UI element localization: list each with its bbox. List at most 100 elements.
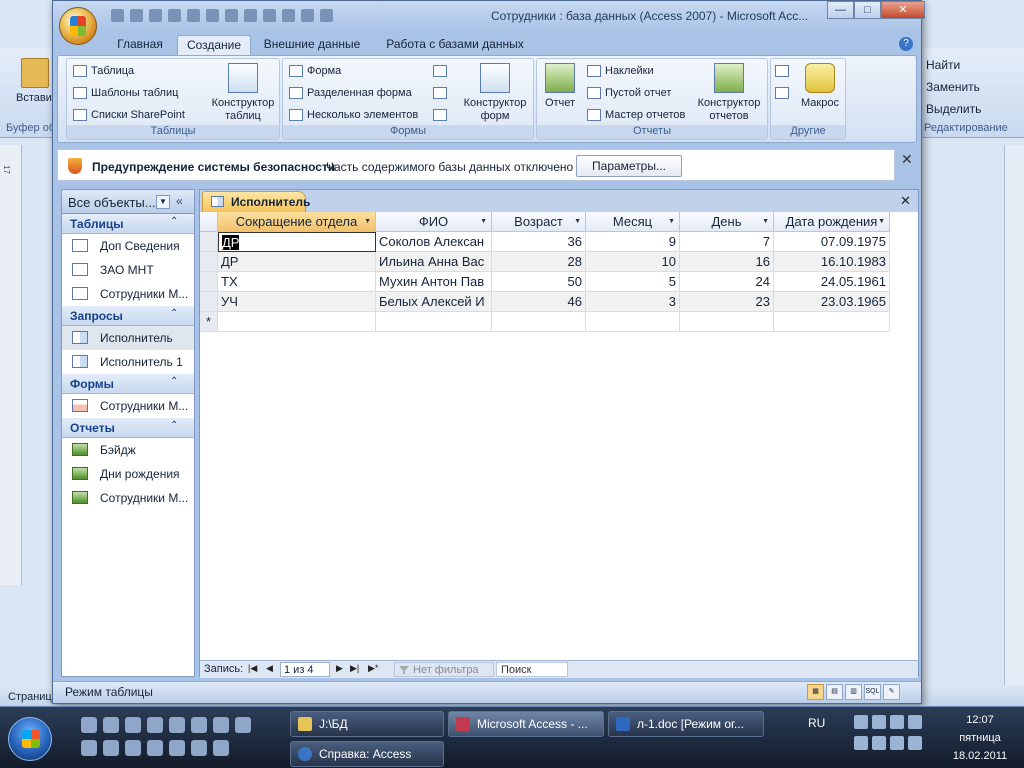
grid-cell[interactable]: ТХ bbox=[218, 272, 376, 292]
document-close-icon[interactable]: ✕ bbox=[900, 193, 911, 209]
office-button[interactable] bbox=[59, 7, 97, 45]
filter-icon[interactable] bbox=[168, 9, 181, 22]
folder-icon[interactable] bbox=[103, 740, 119, 756]
spell-icon[interactable] bbox=[301, 9, 314, 22]
task-access[interactable]: Microsoft Access - ... bbox=[448, 711, 604, 737]
grid-cell[interactable]: 7 bbox=[680, 232, 774, 252]
task-word-doc[interactable]: л-1.doc [Режим ог... bbox=[608, 711, 764, 737]
new-record-marker[interactable]: * bbox=[200, 312, 218, 332]
chevron-down-icon[interactable]: ▼ bbox=[878, 218, 885, 225]
tray-icon[interactable] bbox=[890, 715, 904, 729]
grid-cell-empty[interactable] bbox=[586, 312, 680, 332]
column-header-birthdate[interactable]: Дата рождения ▼ bbox=[774, 212, 890, 232]
sql-view-button[interactable]: SQL bbox=[864, 684, 881, 700]
grid-cell[interactable]: 46 bbox=[492, 292, 586, 312]
pivot-table-view-icon[interactable]: ▤ bbox=[826, 684, 843, 700]
word-icon[interactable] bbox=[147, 717, 163, 733]
form-icon[interactable] bbox=[225, 9, 238, 22]
word-find-button[interactable]: Найти bbox=[924, 54, 1024, 76]
firefox-icon[interactable] bbox=[191, 740, 207, 756]
column-header-day[interactable]: День ▼ bbox=[680, 212, 774, 232]
security-bar-close-icon[interactable]: ✕ bbox=[901, 151, 913, 168]
sharepoint-lists-button[interactable]: Списки SharePoint bbox=[73, 109, 185, 121]
tray-icon[interactable] bbox=[872, 715, 886, 729]
grid-cell[interactable]: 3 bbox=[586, 292, 680, 312]
grid-cell[interactable]: 9 bbox=[586, 232, 680, 252]
table-button[interactable]: Таблица bbox=[73, 65, 134, 77]
folder-icon[interactable] bbox=[169, 717, 185, 733]
nav-section-queries[interactable]: Запросы ⌃ bbox=[62, 306, 194, 326]
word-select-button[interactable]: Выделить bbox=[924, 98, 1024, 120]
row-selector[interactable] bbox=[200, 292, 218, 312]
nav-item-sotrudniki-form[interactable]: Сотрудники М... bbox=[62, 394, 194, 418]
nav-header[interactable]: Все объекты... ▼ « bbox=[62, 190, 194, 214]
grid-cell[interactable]: УЧ bbox=[218, 292, 376, 312]
nav-collapse-icon[interactable]: « bbox=[176, 194, 183, 208]
save-icon[interactable] bbox=[111, 9, 124, 22]
grid-cell-empty[interactable] bbox=[218, 312, 376, 332]
more-forms-button[interactable] bbox=[433, 109, 447, 121]
minimize-button[interactable]: — bbox=[827, 1, 854, 19]
datasheet-view-icon[interactable]: ▦ bbox=[807, 684, 824, 700]
tray-icon[interactable] bbox=[854, 736, 868, 750]
form-design-button[interactable]: Конструктор форм bbox=[459, 63, 531, 123]
paint-icon[interactable] bbox=[125, 740, 141, 756]
redo-icon[interactable] bbox=[149, 9, 162, 22]
start-button[interactable] bbox=[8, 717, 52, 761]
volume-icon[interactable] bbox=[908, 736, 922, 750]
grid-cell[interactable]: 50 bbox=[492, 272, 586, 292]
ie-icon[interactable] bbox=[147, 740, 163, 756]
grid-cell[interactable]: 23 bbox=[680, 292, 774, 312]
nav-item-dop-svedeniya[interactable]: Доп Сведения bbox=[62, 234, 194, 258]
row-selector[interactable] bbox=[200, 232, 218, 252]
search-input[interactable]: Поиск bbox=[496, 662, 568, 677]
grid-cell[interactable]: Мухин Антон Пав bbox=[376, 272, 492, 292]
multiple-items-button[interactable]: Несколько элементов bbox=[289, 109, 418, 121]
nav-dropdown-icon[interactable]: ▼ bbox=[156, 195, 170, 209]
nav-section-reports[interactable]: Отчеты ⌃ bbox=[62, 418, 194, 438]
chevron-down-icon[interactable]: ▼ bbox=[480, 218, 487, 225]
blank-form-button[interactable] bbox=[433, 87, 447, 99]
macro-button[interactable]: Макрос bbox=[797, 63, 843, 110]
row-selector[interactable] bbox=[200, 252, 218, 272]
grid-cell[interactable]: 24 bbox=[680, 272, 774, 292]
table-icon[interactable] bbox=[263, 9, 276, 22]
grid-cell[interactable]: Ильина Анна Вас bbox=[376, 252, 492, 272]
tray-icon[interactable] bbox=[908, 715, 922, 729]
help-icon[interactable]: ? bbox=[899, 37, 913, 51]
tray-icon[interactable] bbox=[854, 715, 868, 729]
column-header-age[interactable]: Возраст ▼ bbox=[492, 212, 586, 232]
prev-record-icon[interactable]: ◀ bbox=[266, 663, 273, 674]
form-button[interactable]: Форма bbox=[289, 65, 341, 77]
undo-icon[interactable] bbox=[130, 9, 143, 22]
grid-cell-empty[interactable] bbox=[376, 312, 492, 332]
media-icon[interactable] bbox=[169, 740, 185, 756]
excel-icon[interactable] bbox=[81, 740, 97, 756]
sort-icon[interactable] bbox=[187, 9, 200, 22]
grid-cell[interactable]: ДР bbox=[218, 252, 376, 272]
nav-item-ispolnitel-1[interactable]: Исполнитель 1 bbox=[62, 350, 194, 374]
grid-cell-current[interactable]: ДР bbox=[218, 232, 376, 252]
word-replace-button[interactable]: Заменить bbox=[924, 76, 1024, 98]
tab-home[interactable]: Главная bbox=[109, 35, 171, 55]
column-header-fio[interactable]: ФИО ▼ bbox=[376, 212, 492, 232]
grid-cell-empty[interactable] bbox=[492, 312, 586, 332]
nav-item-sotrudniki-report[interactable]: Сотрудники М... bbox=[62, 486, 194, 510]
report-design-button[interactable]: Конструктор отчетов bbox=[693, 63, 765, 123]
column-header-department[interactable]: Сокращение отдела ▼ bbox=[218, 212, 376, 232]
nav-item-birthdays[interactable]: Дни рождения bbox=[62, 462, 194, 486]
grid-cell[interactable]: 24.05.1961 bbox=[774, 272, 890, 292]
folder-icon[interactable] bbox=[191, 717, 207, 733]
desktop-icon[interactable] bbox=[103, 717, 119, 733]
report-button[interactable]: Отчет bbox=[541, 63, 579, 110]
select-all-corner[interactable] bbox=[200, 212, 218, 232]
grid-cell[interactable]: 23.03.1965 bbox=[774, 292, 890, 312]
edit-icon[interactable] bbox=[206, 9, 219, 22]
record-position-input[interactable]: 1 из 4 bbox=[280, 662, 330, 677]
save-icon[interactable] bbox=[213, 717, 229, 733]
tab-external-data[interactable]: Внешние данные bbox=[259, 35, 365, 55]
grid-cell[interactable]: 16 bbox=[680, 252, 774, 272]
grid-cell[interactable]: 07.09.1975 bbox=[774, 232, 890, 252]
ie-icon[interactable] bbox=[125, 717, 141, 733]
language-indicator[interactable]: RU bbox=[808, 716, 825, 730]
